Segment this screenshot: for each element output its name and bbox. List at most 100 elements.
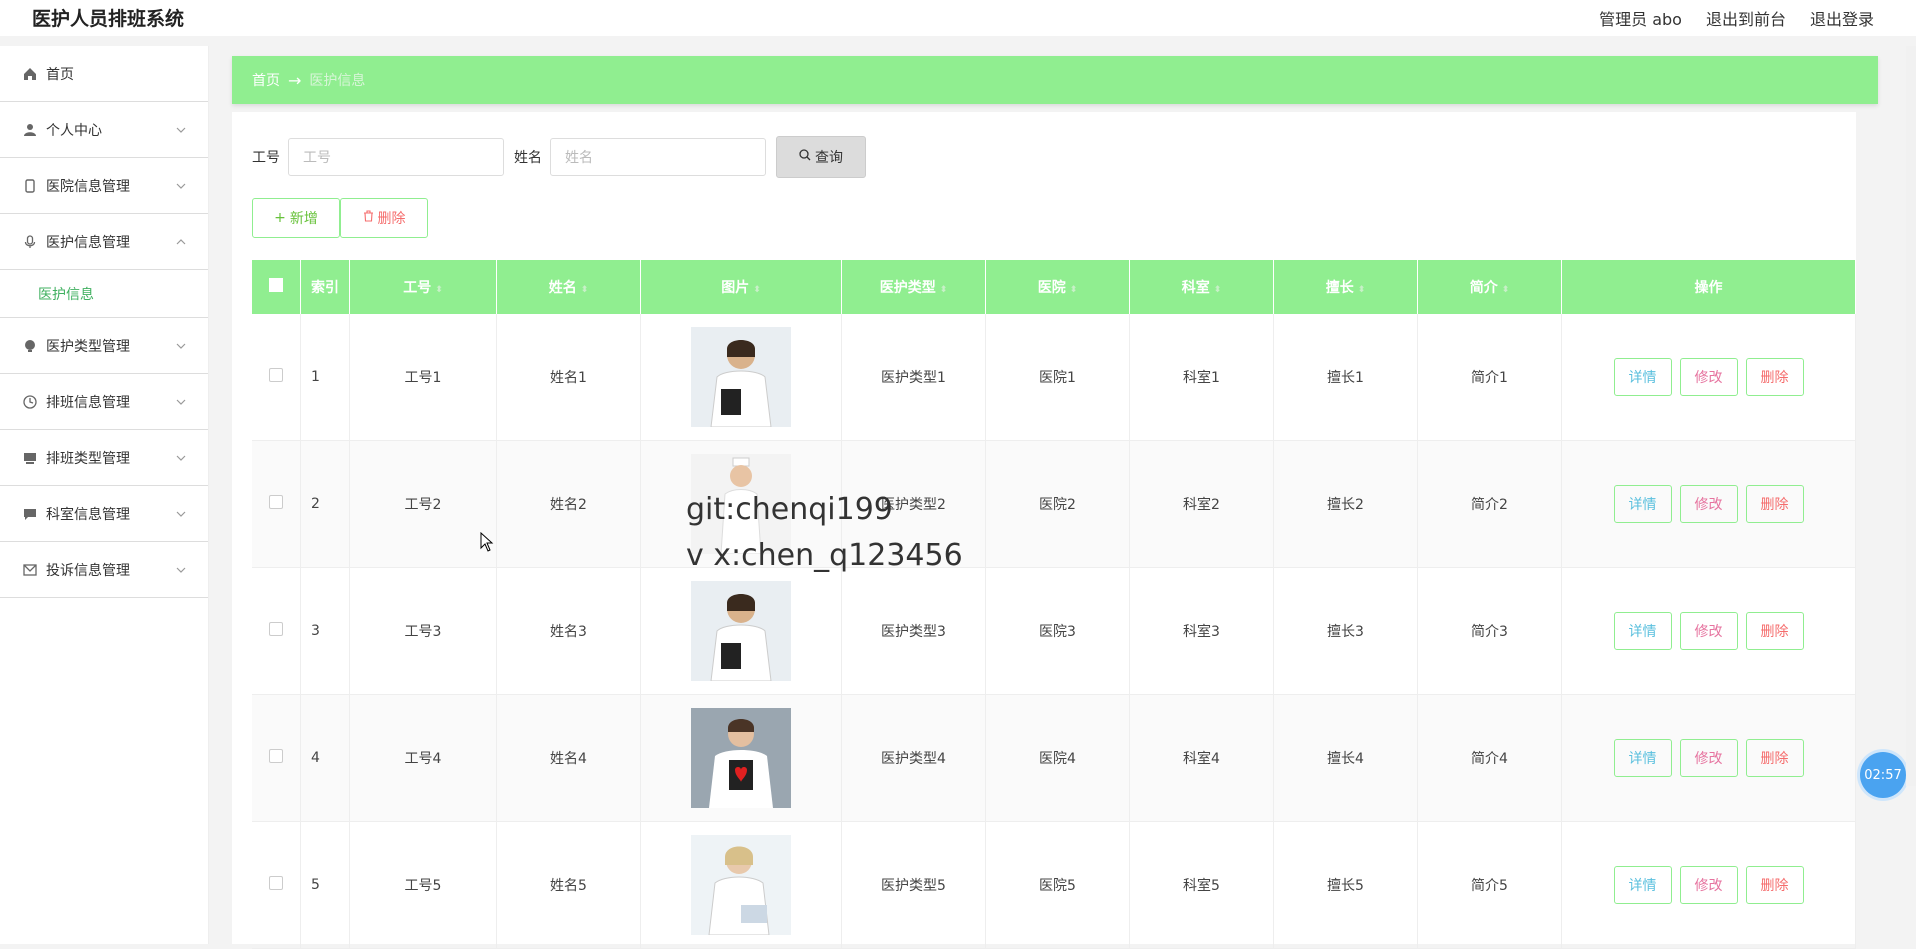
col-department[interactable]: 科室 ⬍ — [1129, 260, 1274, 314]
chevron-down-icon — [176, 394, 186, 410]
sidebar-item-schedule-type-management[interactable]: 排班类型管理 — [0, 430, 208, 486]
row-checkbox[interactable] — [252, 440, 301, 568]
add-button[interactable]: + 新增 — [252, 198, 340, 238]
chevron-down-icon — [176, 178, 186, 194]
sidebar-item-label: 医护信息管理 — [46, 234, 130, 251]
cell-job-no: 工号1 — [349, 314, 497, 441]
col-medical-type[interactable]: 医护类型 ⬍ — [841, 260, 986, 314]
detail-button[interactable]: 详情 — [1613, 358, 1672, 396]
staff-photo — [691, 581, 791, 681]
sidebar-item-home[interactable]: 首页 — [0, 46, 208, 102]
col-index[interactable]: 索引 — [300, 260, 350, 314]
staff-photo — [691, 708, 791, 808]
cell-department: 科室4 — [1129, 694, 1274, 822]
cell-photo — [640, 821, 842, 949]
sidebar-item-medical-type-management[interactable]: 医护类型管理 — [0, 318, 208, 374]
sidebar-item-label: 科室信息管理 — [46, 506, 130, 523]
edit-button[interactable]: 修改 — [1679, 612, 1738, 650]
table-header-row: 索引 工号 ⬍ 姓名 ⬍ 图片 ⬍ 医护类型 ⬍ 医院 ⬍ 科室 ⬍ 擅长 ⬍ 简介 ⬍ 操作 — [252, 260, 1856, 314]
microphone-icon — [22, 234, 38, 250]
col-job-no[interactable]: 工号 ⬍ — [349, 260, 497, 314]
job-no-input[interactable] — [288, 138, 504, 176]
detail-button[interactable]: 详情 — [1613, 612, 1672, 650]
row-delete-button[interactable]: 删除 — [1745, 866, 1804, 904]
row-checkbox[interactable] — [252, 694, 301, 822]
row-checkbox[interactable] — [252, 314, 301, 441]
sidebar-item-label: 排班类型管理 — [46, 450, 130, 467]
sort-icon: ⬍ — [753, 285, 761, 295]
row-checkbox[interactable] — [252, 567, 301, 695]
table-row: 1 工号1 姓名1 医护类型1 医院1 科室1 擅长1 简介1 详情 修改 删除 — [252, 314, 1856, 441]
submenu-item-medical-staff-info[interactable]: 医护信息 — [0, 270, 208, 318]
breadcrumb: 首页 → 医护信息 — [232, 56, 1878, 104]
home-icon — [22, 66, 38, 82]
col-skill[interactable]: 擅长 ⬍ — [1273, 260, 1418, 314]
name-input[interactable] — [550, 138, 766, 176]
main-header: 首页 → 医护信息 — [232, 56, 1878, 104]
logout-link[interactable]: 退出登录 — [1810, 6, 1874, 30]
detail-button[interactable]: 详情 — [1613, 739, 1672, 777]
select-all-checkbox[interactable] — [252, 260, 301, 314]
sidebar-item-label: 医院信息管理 — [46, 178, 130, 195]
sidebar-item-schedule-management[interactable]: 排班信息管理 — [0, 374, 208, 430]
cell-index: 2 — [300, 440, 350, 568]
row-delete-button[interactable]: 删除 — [1745, 358, 1804, 396]
scrollbar[interactable] — [1906, 46, 1916, 786]
chevron-down-icon — [176, 506, 186, 522]
col-name[interactable]: 姓名 ⬍ — [496, 260, 641, 314]
sidebar-item-hospital-management[interactable]: 医院信息管理 — [0, 158, 208, 214]
query-button[interactable]: 查询 — [776, 136, 866, 178]
search-bar: 工号 姓名 查询 — [252, 136, 866, 178]
sidebar-item-label: 医护类型管理 — [46, 338, 130, 355]
col-intro[interactable]: 简介 ⬍ — [1417, 260, 1562, 314]
sidebar-item-label: 投诉信息管理 — [46, 562, 130, 579]
edit-button[interactable]: 修改 — [1679, 485, 1738, 523]
edit-button[interactable]: 修改 — [1679, 739, 1738, 777]
detail-button[interactable]: 详情 — [1613, 485, 1672, 523]
cell-name: 姓名1 — [496, 314, 641, 441]
sidebar-item-medical-staff-management[interactable]: 医护信息管理 — [0, 214, 208, 270]
phone-icon — [22, 178, 38, 194]
cell-skill: 擅长3 — [1273, 567, 1418, 695]
cell-skill: 擅长2 — [1273, 440, 1418, 568]
cell-intro: 简介2 — [1417, 440, 1562, 568]
clock-icon — [22, 394, 38, 410]
content-panel: 工号 姓名 查询 + 新增 删除 索引 工号⬍ 姓名⬍ 图片⬍ 医护类型⬍ — [232, 112, 1856, 949]
timer-badge[interactable]: 02:57 — [1860, 752, 1906, 798]
cell-actions: 详情 修改 删除 — [1561, 567, 1856, 695]
cell-actions: 详情 修改 删除 — [1561, 694, 1856, 822]
sidebar-item-department-management[interactable]: 科室信息管理 — [0, 486, 208, 542]
cell-index: 3 — [300, 567, 350, 695]
cell-name: 姓名3 — [496, 567, 641, 695]
cell-job-no: 工号3 — [349, 567, 497, 695]
col-photo[interactable]: 图片 ⬍ — [640, 260, 842, 314]
cell-name: 姓名4 — [496, 694, 641, 822]
sidebar-item-personal-center[interactable]: 个人中心 — [0, 102, 208, 158]
col-actions: 操作 — [1561, 260, 1856, 314]
cell-index: 1 — [300, 314, 350, 441]
top-bar: 医护人员排班系统 管理员 abo 退出到前台 退出登录 — [0, 0, 1916, 36]
row-delete-button[interactable]: 删除 — [1745, 612, 1804, 650]
chevron-down-icon — [176, 338, 186, 354]
app-title: 医护人员排班系统 — [32, 8, 185, 30]
cell-medical-type: 医护类型5 — [841, 821, 986, 949]
sidebar-item-complaint-management[interactable]: 投诉信息管理 — [0, 542, 208, 598]
cell-hospital: 医院2 — [985, 440, 1130, 568]
row-delete-button[interactable]: 删除 — [1745, 485, 1804, 523]
add-button-label: 新增 — [289, 211, 318, 227]
edit-button[interactable]: 修改 — [1679, 358, 1738, 396]
arrow-right-icon: → — [288, 70, 302, 90]
cell-medical-type: 医护类型1 — [841, 314, 986, 441]
exit-to-front-link[interactable]: 退出到前台 — [1706, 6, 1786, 30]
search-icon — [799, 149, 811, 165]
col-hospital[interactable]: 医院 ⬍ — [985, 260, 1130, 314]
edit-button[interactable]: 修改 — [1679, 866, 1738, 904]
batch-delete-button[interactable]: 删除 — [340, 198, 428, 238]
cell-actions: 详情 修改 删除 — [1561, 314, 1856, 441]
table-row: 4 工号4 姓名4 医护类型4 医院4 科室4 擅长4 简介4 详情 修改 删除 — [252, 694, 1856, 822]
row-checkbox[interactable] — [252, 821, 301, 949]
current-user[interactable]: 管理员 abo — [1599, 6, 1682, 30]
breadcrumb-home[interactable]: 首页 — [252, 70, 280, 90]
detail-button[interactable]: 详情 — [1613, 866, 1672, 904]
row-delete-button[interactable]: 删除 — [1745, 739, 1804, 777]
